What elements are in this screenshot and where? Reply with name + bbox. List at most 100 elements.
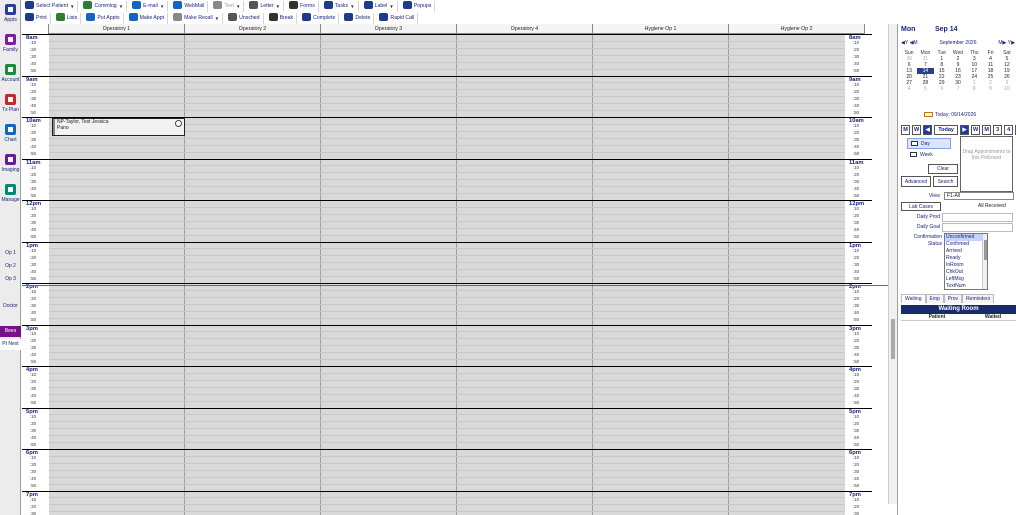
tab-waiting[interactable]: Waiting (901, 294, 926, 303)
text-button[interactable]: Text ▼ (210, 0, 245, 12)
put-appts-button[interactable]: Put Appts (83, 12, 124, 24)
appointment-block[interactable]: NP-Taylor, Test Jessica Pano (52, 118, 185, 136)
module-imaging[interactable]: Imaging (0, 152, 21, 173)
time-grid[interactable]: 8am:10:20:30:40:50 9am:10:20:30:40:50 10am… (22, 34, 897, 515)
op-button[interactable]: Op 3 (0, 274, 21, 284)
confirmation-status-item[interactable]: InRoom (945, 262, 987, 269)
label-button[interactable]: Label ▼ (361, 0, 398, 12)
op-button[interactable]: Op 2 (0, 261, 21, 271)
complete-button[interactable]: Complete (299, 12, 340, 24)
module-manage[interactable]: Manage (0, 182, 21, 203)
confirmation-status-list[interactable]: Unconfirmed Confirmed Arrived Ready InRoom Ch… (944, 233, 988, 290)
minute-line (49, 255, 869, 257)
rapid-call-button[interactable]: Rapid Call (376, 12, 419, 24)
operatory-header[interactable]: Operatory 3 (321, 24, 457, 34)
date-nav-button[interactable]: ◀ (923, 125, 933, 135)
break-button[interactable]: Break (266, 12, 298, 24)
select-patient-button[interactable]: Select Patient ▼ (22, 0, 79, 12)
daily-goal-label: Daily Goal (916, 224, 940, 230)
date-nav-button[interactable]: 3 (993, 125, 1003, 135)
calendar-day[interactable]: 8 (966, 86, 982, 92)
popups-button[interactable]: Popups (400, 0, 436, 12)
date-nav-button[interactable]: W (912, 125, 922, 135)
delete-button[interactable]: Delete (341, 12, 375, 24)
op-button[interactable]: Op 1 (0, 248, 21, 258)
calendar-day[interactable]: 9 (982, 86, 998, 92)
date-nav-button[interactable]: ▶ (960, 125, 969, 135)
next-year-button[interactable]: Y▶ (1008, 40, 1015, 46)
module-tx-plan[interactable]: Tx Plan (0, 92, 21, 113)
operatory-header[interactable]: Operatory 2 (185, 24, 321, 34)
today-link[interactable]: Today: 09/14/2026 (924, 112, 976, 118)
e-mail-button[interactable]: E-mail ▼ (129, 0, 169, 12)
chevron-down-icon[interactable]: ▼ (160, 4, 164, 9)
tab-prov[interactable]: Prov (943, 294, 963, 303)
view-select[interactable]: F1-All (944, 192, 1014, 200)
prev-year-button[interactable]: ◀Y (901, 40, 908, 46)
webmail-button[interactable]: WebMail (170, 0, 209, 12)
make-appt-button[interactable]: Make Appt (126, 12, 169, 24)
chevron-down-icon[interactable]: ▼ (389, 4, 393, 9)
next-month-button[interactable]: M▶ (998, 40, 1006, 46)
clinic-button[interactable]: Pt Next (0, 339, 21, 350)
search-button[interactable]: Search (933, 176, 958, 187)
confirmation-status-item[interactable]: TextNum (945, 283, 987, 289)
module-appts[interactable]: Appts (0, 2, 21, 23)
module-family[interactable]: Family (0, 32, 21, 53)
confirmation-status-item[interactable]: LeftMsg (945, 276, 987, 283)
lists-button[interactable]: Lists (53, 12, 82, 24)
chevron-down-icon[interactable]: ▼ (276, 4, 280, 9)
chevron-down-icon[interactable]: ▼ (350, 4, 354, 9)
advanced-search-button[interactable]: Advanced (901, 176, 931, 187)
pinboard[interactable]: Drag Appointments to this Pinboard (960, 136, 1013, 192)
confirmation-status-item[interactable]: Arrived (945, 248, 987, 255)
unsched-button[interactable]: Unsched (225, 12, 264, 24)
scrollbar-thumb[interactable] (891, 319, 895, 359)
operatory-header[interactable]: Hygiene Op 2 (729, 24, 865, 34)
chevron-down-icon[interactable]: ▼ (70, 4, 74, 9)
make-recall-button[interactable]: Make Recall ▼ (170, 12, 224, 24)
view-week-option[interactable]: Week (907, 149, 951, 160)
date-nav-button[interactable]: W (971, 125, 981, 135)
module-account[interactable]: Account (0, 62, 21, 83)
confirmation-status-item[interactable]: Unconfirmed (945, 234, 987, 241)
module-chart[interactable]: Chart (0, 122, 21, 143)
date-nav-button[interactable]: M (982, 125, 992, 135)
calendar-day[interactable]: 6 (934, 86, 950, 92)
calendar-day[interactable]: 4 (901, 86, 917, 92)
confirmation-status-item[interactable]: Ready (945, 255, 987, 262)
print-button[interactable]: Print (22, 12, 51, 24)
calendar-day[interactable]: 10 (999, 86, 1015, 92)
chevron-down-icon[interactable]: ▼ (119, 4, 123, 9)
commlog-button[interactable]: Commlog ▼ (80, 0, 128, 12)
lab-cases-button[interactable]: Lab Cases (901, 202, 941, 211)
confirmation-status-item[interactable]: ChkOut (945, 269, 987, 276)
clear-pinboard-button[interactable]: Clear (928, 164, 958, 174)
chevron-down-icon[interactable]: ▼ (215, 16, 219, 21)
calendar-day[interactable]: 7 (950, 86, 966, 92)
schedule-scrollbar[interactable] (888, 24, 897, 504)
patient-column-header[interactable]: Patient (901, 314, 973, 320)
scrollbar-thumb[interactable] (984, 240, 987, 260)
view-day-option[interactable]: Day (907, 138, 951, 149)
tasks-button[interactable]: Tasks ▼ (321, 0, 359, 12)
calendar-day[interactable]: 5 (917, 86, 933, 92)
operatory-header[interactable]: Operatory 4 (457, 24, 593, 34)
tab-emp[interactable]: Emp (925, 294, 944, 303)
waited-column-header[interactable]: Waited (973, 314, 1013, 320)
operatory-header[interactable]: Hygiene Op 1 (593, 24, 729, 34)
letter-button[interactable]: Letter ▼ (246, 0, 285, 12)
hour-block: 4pm:10:20:30:40:50 (22, 366, 49, 408)
doctor-button[interactable]: Doctor (0, 301, 21, 311)
date-nav-button[interactable]: M (901, 125, 910, 135)
chevron-down-icon[interactable]: ▼ (236, 4, 240, 9)
tab-reminders[interactable]: Reminders (962, 294, 995, 303)
clinic-button[interactable]: Bees (0, 326, 21, 337)
confirmation-scrollbar[interactable] (982, 234, 987, 289)
prev-month-button[interactable]: ◀M (910, 40, 918, 46)
operatory-header[interactable]: Operatory 1 (49, 24, 185, 34)
forms-button[interactable]: Forms (286, 0, 319, 12)
date-nav-button[interactable]: Today (934, 125, 958, 135)
confirmation-status-item[interactable]: Confirmed (945, 241, 987, 248)
date-nav-button[interactable]: 4 (1004, 125, 1014, 135)
